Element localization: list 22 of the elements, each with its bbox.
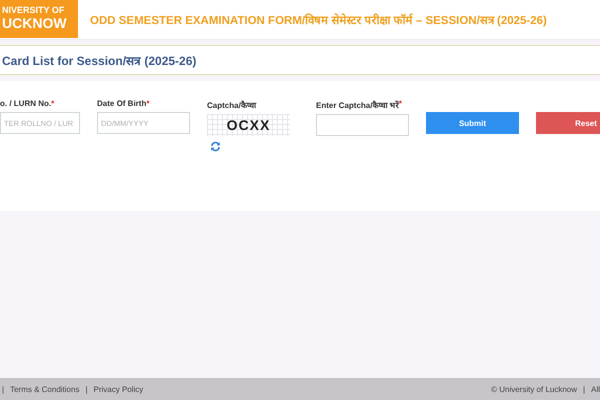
footer-link[interactable]: Terms & Conditions: [10, 384, 80, 394]
footer-text: All: [591, 384, 600, 394]
field-label: Enter Captcha/कैप्चा भरें: [316, 100, 399, 110]
separator: |: [583, 384, 586, 394]
submit-button[interactable]: Submit: [426, 112, 519, 134]
page-title: ODD SEMESTER EXAMINATION FORM/विषम सेमेस्टर परीक्षा फॉर्म – SESSION/सत्र (2025-26): [90, 12, 547, 27]
separator: |: [85, 384, 88, 394]
university-logo[interactable]: NIVERSITY OF UCKNOW: [0, 0, 78, 38]
required-mark: *: [51, 99, 54, 108]
separator: |: [2, 384, 4, 394]
panel-title: Card List for Session/सत्र (2025-26): [1, 52, 196, 68]
required-mark: *: [146, 99, 150, 108]
field-label: Captcha/कैप्चा: [207, 100, 256, 110]
input-field[interactable]: [316, 114, 409, 136]
refresh-icon[interactable]: [209, 140, 222, 153]
required-mark: *: [398, 99, 402, 108]
footer-link[interactable]: Privacy Policy: [94, 384, 144, 394]
copyright-text: © University of Lucknow: [491, 384, 578, 394]
field-label: Date Of Birth: [97, 99, 146, 108]
field-label: o. / LURN No.: [0, 99, 52, 108]
reset-button[interactable]: Reset: [536, 112, 600, 134]
captcha-image: OCXX: [207, 114, 290, 136]
